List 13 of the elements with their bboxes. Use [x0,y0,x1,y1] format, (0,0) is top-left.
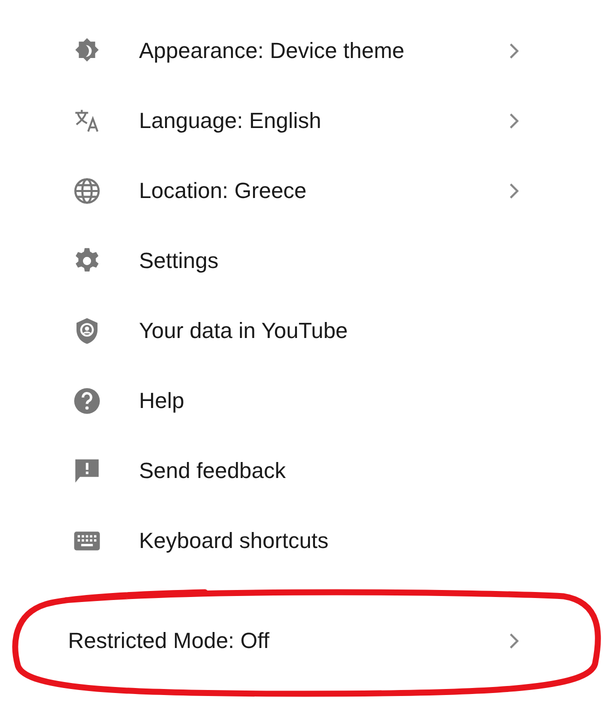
menu-item[interactable]: Keyboard shortcuts [68,506,530,576]
globe-icon [73,177,101,205]
menu-item[interactable]: Restricted Mode: Off [68,606,530,676]
menu-item[interactable]: Help [68,366,530,436]
help-icon [73,387,101,415]
menu-item[interactable]: Settings [68,226,530,296]
menu-item[interactable]: Your data in YouTube [68,296,530,366]
menu-item[interactable]: Location: Greece [68,156,530,226]
menu-item[interactable]: Send feedback [68,436,530,506]
menu-item[interactable]: Appearance: Device theme [68,16,530,86]
menu-item[interactable]: Language: English [68,86,530,156]
translate-icon [73,107,101,135]
feedback-icon [73,457,101,485]
